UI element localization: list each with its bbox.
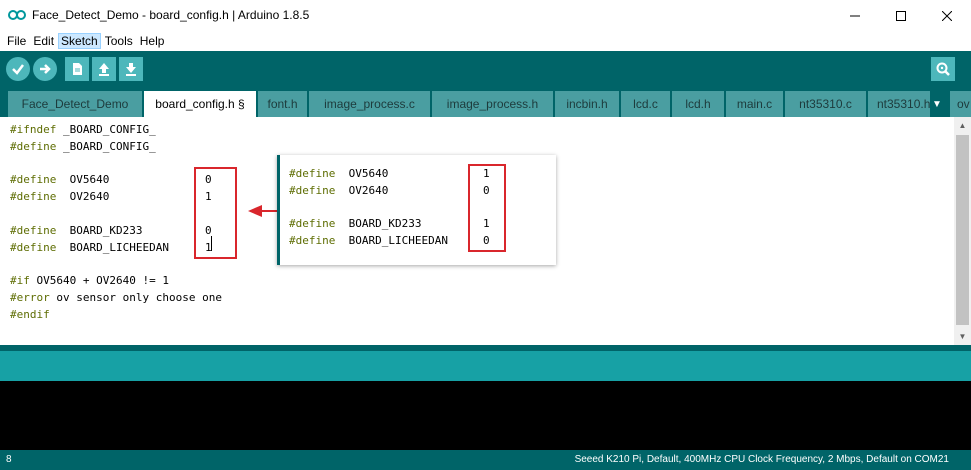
code-line: #define BOARD_LICHEEDAN — [10, 240, 169, 254]
code-line: #define _BOARD_CONFIG_ — [10, 139, 156, 153]
editor-scrollbar[interactable]: ▲ ▼ — [954, 117, 971, 345]
tab-nt35310-h[interactable]: nt35310.h — [868, 91, 930, 117]
tab-main-c[interactable]: main.c — [726, 91, 783, 117]
close-icon — [942, 10, 952, 21]
tab-lcd-h[interactable]: lcd.h — [672, 91, 724, 117]
save-button[interactable] — [119, 57, 143, 81]
window-title: Face_Detect_Demo - board_config.h | Ardu… — [32, 8, 310, 22]
tab-menu-button[interactable]: ▼ — [928, 95, 946, 113]
tab-image-process-c[interactable]: image_process.c — [309, 91, 430, 117]
code-text[interactable]: #ifndef _BOARD_CONFIG_ #define _BOARD_CON… — [10, 122, 222, 324]
tab-incbin-h[interactable]: incbin.h — [555, 91, 619, 117]
close-button[interactable] — [924, 0, 970, 31]
maximize-icon — [896, 10, 906, 21]
arrow-right-icon — [40, 64, 51, 74]
config-comparison-popup: #define OV5640 #define OV2640 #define BOA… — [277, 155, 556, 265]
status-bar: 8 Seeed K210 Pi, Default, 400MHz CPU Clo… — [0, 450, 971, 470]
minimize-icon — [850, 15, 860, 16]
board-info: Seeed K210 Pi, Default, 400MHz CPU Clock… — [574, 454, 949, 465]
tab-board-config-h[interactable]: board_config.h § — [144, 91, 256, 117]
open-button[interactable] — [92, 57, 116, 81]
tab-face-detect-demo[interactable]: Face_Detect_Demo — [8, 91, 142, 117]
code-line: #endif — [10, 307, 50, 321]
open-arrow-up-icon — [99, 63, 109, 76]
arduino-logo-icon — [8, 10, 26, 20]
tab-image-process-h[interactable]: image_process.h — [432, 91, 553, 117]
scroll-thumb[interactable] — [956, 135, 969, 325]
code-line: #if OV5640 + OV2640 != 1 — [10, 274, 169, 288]
highlight-box-editor — [194, 167, 237, 259]
minimize-button[interactable] — [832, 0, 878, 31]
code-line: #define BOARD_KD233 — [289, 217, 422, 231]
scroll-down-icon[interactable]: ▼ — [954, 328, 971, 345]
serial-monitor-icon — [936, 62, 950, 76]
serial-monitor-button[interactable] — [931, 57, 955, 81]
menu-bar: File Edit Sketch Tools Help — [0, 31, 971, 51]
code-line: #define OV5640 — [10, 173, 110, 187]
menu-sketch[interactable]: Sketch — [58, 33, 101, 49]
tab-nt35310-c[interactable]: nt35310.c — [785, 91, 866, 117]
maximize-button[interactable] — [878, 0, 924, 31]
checkmark-icon — [12, 64, 24, 75]
highlight-box-popup — [468, 164, 506, 252]
code-line: #ifndef _BOARD_CONFIG_ — [10, 123, 156, 136]
tab-font-h[interactable]: font.h — [258, 91, 307, 117]
tab-lcd-c[interactable]: lcd.c — [621, 91, 670, 117]
tab-bar: Face_Detect_Demo board_config.h § font.h… — [0, 87, 971, 117]
new-file-icon — [73, 63, 82, 75]
scroll-up-icon[interactable]: ▲ — [954, 117, 971, 134]
popup-code: #define OV5640 #define OV2640 #define BOA… — [289, 166, 448, 250]
editor-divider[interactable] — [0, 345, 971, 351]
line-number: 8 — [6, 454, 12, 465]
upload-button[interactable] — [33, 57, 57, 81]
menu-help[interactable]: Help — [137, 33, 168, 49]
verify-button[interactable] — [6, 57, 30, 81]
code-line: #define OV5640 — [289, 167, 389, 180]
code-line: #define OV2640 — [289, 183, 389, 197]
code-line: #define BOARD_LICHEEDAN — [289, 234, 448, 248]
menu-file[interactable]: File — [4, 33, 29, 49]
console-output[interactable] — [0, 381, 971, 450]
menu-edit[interactable]: Edit — [30, 33, 57, 49]
triangle-down-icon: ▼ — [932, 98, 942, 110]
code-line: #define BOARD_KD233 — [10, 223, 143, 237]
menu-tools[interactable]: Tools — [102, 33, 136, 49]
tab-ov[interactable]: ov — [950, 91, 971, 117]
new-button[interactable] — [65, 57, 89, 81]
save-arrow-down-icon — [126, 63, 136, 76]
code-line: #define OV2640 — [10, 190, 110, 204]
code-line: #error ov sensor only choose one — [10, 290, 222, 304]
toolbar — [0, 51, 971, 87]
title-bar: Face_Detect_Demo - board_config.h | Ardu… — [0, 0, 971, 31]
